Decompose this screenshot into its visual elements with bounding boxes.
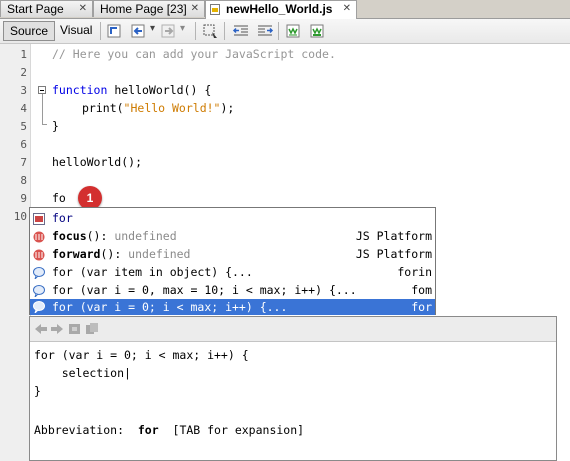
abbreviation-label: Abbreviation: xyxy=(34,423,125,437)
code-line-7[interactable]: helloWorld(); xyxy=(52,155,142,169)
toolbar-separator xyxy=(100,22,101,40)
completion-suffix: (): xyxy=(100,247,129,261)
code-text: ); xyxy=(220,101,235,115)
tab-newhello-world[interactable]: newHello_World.js ✕ xyxy=(205,0,357,19)
close-icon[interactable]: ✕ xyxy=(191,1,199,17)
close-icon[interactable]: ✕ xyxy=(79,1,87,17)
back-icon[interactable] xyxy=(130,22,148,40)
completion-item[interactable]: for (var item in object) {... forin xyxy=(30,263,435,281)
tab-label: Home Page [23] xyxy=(100,2,187,16)
completion-item[interactable]: focus(): undefined JS Platform xyxy=(30,227,435,245)
doc-code-line: selection| xyxy=(34,366,131,380)
toolbar-separator xyxy=(195,22,196,40)
line-number: 7 xyxy=(20,156,27,169)
chevron-down-icon[interactable]: ▾ xyxy=(180,23,185,34)
line-number: 3 xyxy=(20,84,27,97)
chevron-down-icon[interactable]: ▾ xyxy=(150,23,155,34)
line-number: 10 xyxy=(13,210,27,223)
completion-name: focus xyxy=(52,229,87,243)
abbreviation-value: for xyxy=(137,423,159,437)
line-number: 6 xyxy=(20,138,27,151)
doc-toolbar xyxy=(30,317,556,342)
code-text: print( xyxy=(82,101,124,115)
fold-guide xyxy=(42,124,47,125)
tab-home-page[interactable]: Home Page [23] ✕ xyxy=(93,0,205,17)
completion-name: for xyxy=(52,211,73,225)
line-number: 1 xyxy=(20,48,27,61)
completion-source: JS Platform xyxy=(355,247,432,261)
editor-tab-bar: Start Page ✕ Home Page [23] ✕ newHello_W… xyxy=(0,0,570,19)
line-number: 5 xyxy=(20,120,27,133)
completion-source: forin xyxy=(397,265,432,279)
code-template-icon xyxy=(33,301,45,314)
keyword-icon xyxy=(33,212,45,225)
tab-label: Start Page xyxy=(7,2,64,16)
completion-name: forward xyxy=(52,247,101,261)
line-number: 9 xyxy=(20,192,27,205)
code-line-1[interactable]: // Here you can add your JavaScript code… xyxy=(52,47,336,61)
find-selection-icon[interactable] xyxy=(202,22,220,40)
fold-guide xyxy=(42,94,43,125)
line-number: 4 xyxy=(20,102,27,115)
completion-name: for (var i = 0, max = 10; i < max; i++) … xyxy=(52,283,357,297)
completion-type: undefined xyxy=(128,247,191,261)
doc-code-line: } xyxy=(34,384,41,398)
code-completion-popup: for focus(): undefined JS Platform forwa… xyxy=(29,207,436,315)
toolbar-separator xyxy=(278,22,279,40)
code-line-3[interactable]: function helloWorld() { xyxy=(52,83,211,97)
method-icon xyxy=(33,248,45,261)
doc-abbreviation: Abbreviation: for [TAB for expansion] xyxy=(34,423,304,437)
completion-item[interactable]: forward(): undefined JS Platform xyxy=(30,245,435,263)
doc-nav-icons xyxy=(35,323,98,334)
js-file-icon xyxy=(210,4,220,15)
tab-start-page[interactable]: Start Page ✕ xyxy=(0,0,93,17)
last-edit-icon[interactable] xyxy=(106,22,124,40)
fold-collapse-icon[interactable] xyxy=(38,86,46,94)
start-macro-icon[interactable] xyxy=(285,22,303,40)
visual-button[interactable]: Visual xyxy=(54,21,98,41)
code-line-9[interactable]: fo xyxy=(52,191,66,205)
forward-icon[interactable] xyxy=(160,22,178,40)
completion-type: undefined xyxy=(114,229,177,243)
completion-source: fom xyxy=(411,283,432,297)
keyword: function xyxy=(52,83,108,97)
code-template-icon xyxy=(33,266,45,280)
completion-item[interactable]: for xyxy=(30,209,435,227)
line-number: 8 xyxy=(20,174,27,187)
completion-item-selected[interactable]: for (var i = 0; i < max; i++) {... for xyxy=(30,299,435,315)
line-number-gutter: 1 2 3 4 5 6 7 8 9 10 xyxy=(0,44,31,461)
line-number: 2 xyxy=(20,66,27,79)
documentation-popup: for (var i = 0; i < max; i++) { selectio… xyxy=(29,316,557,461)
editor-toolbar: Source Visual ▾ ▾ xyxy=(0,19,570,44)
tab-label: newHello_World.js xyxy=(226,2,333,16)
completion-source: for xyxy=(411,300,432,314)
source-button[interactable]: Source xyxy=(3,21,56,41)
completion-suffix: (): xyxy=(86,229,115,243)
code-text: helloWorld() { xyxy=(107,83,212,97)
completion-source: JS Platform xyxy=(355,229,432,243)
completion-item[interactable]: for (var i = 0, max = 10; i < max; i++) … xyxy=(30,281,435,299)
stop-macro-icon[interactable] xyxy=(309,22,327,40)
code-line-4[interactable]: print("Hello World!"); xyxy=(82,101,234,115)
method-icon xyxy=(33,230,45,243)
code-template-icon xyxy=(33,284,45,298)
close-icon[interactable]: ✕ xyxy=(343,1,351,17)
code-line-5[interactable]: } xyxy=(52,119,59,133)
shift-right-icon[interactable] xyxy=(256,22,274,40)
abbreviation-hint: [TAB for expansion] xyxy=(172,423,305,437)
completion-name: for (var i = 0; i < max; i++) {... xyxy=(52,300,288,314)
string-literal: "Hello World!" xyxy=(123,101,221,115)
doc-code-line: for (var i = 0; i < max; i++) { xyxy=(34,348,249,362)
completion-name: for (var item in object) {... xyxy=(52,265,253,279)
toolbar-separator xyxy=(224,22,225,40)
shift-left-icon[interactable] xyxy=(232,22,250,40)
